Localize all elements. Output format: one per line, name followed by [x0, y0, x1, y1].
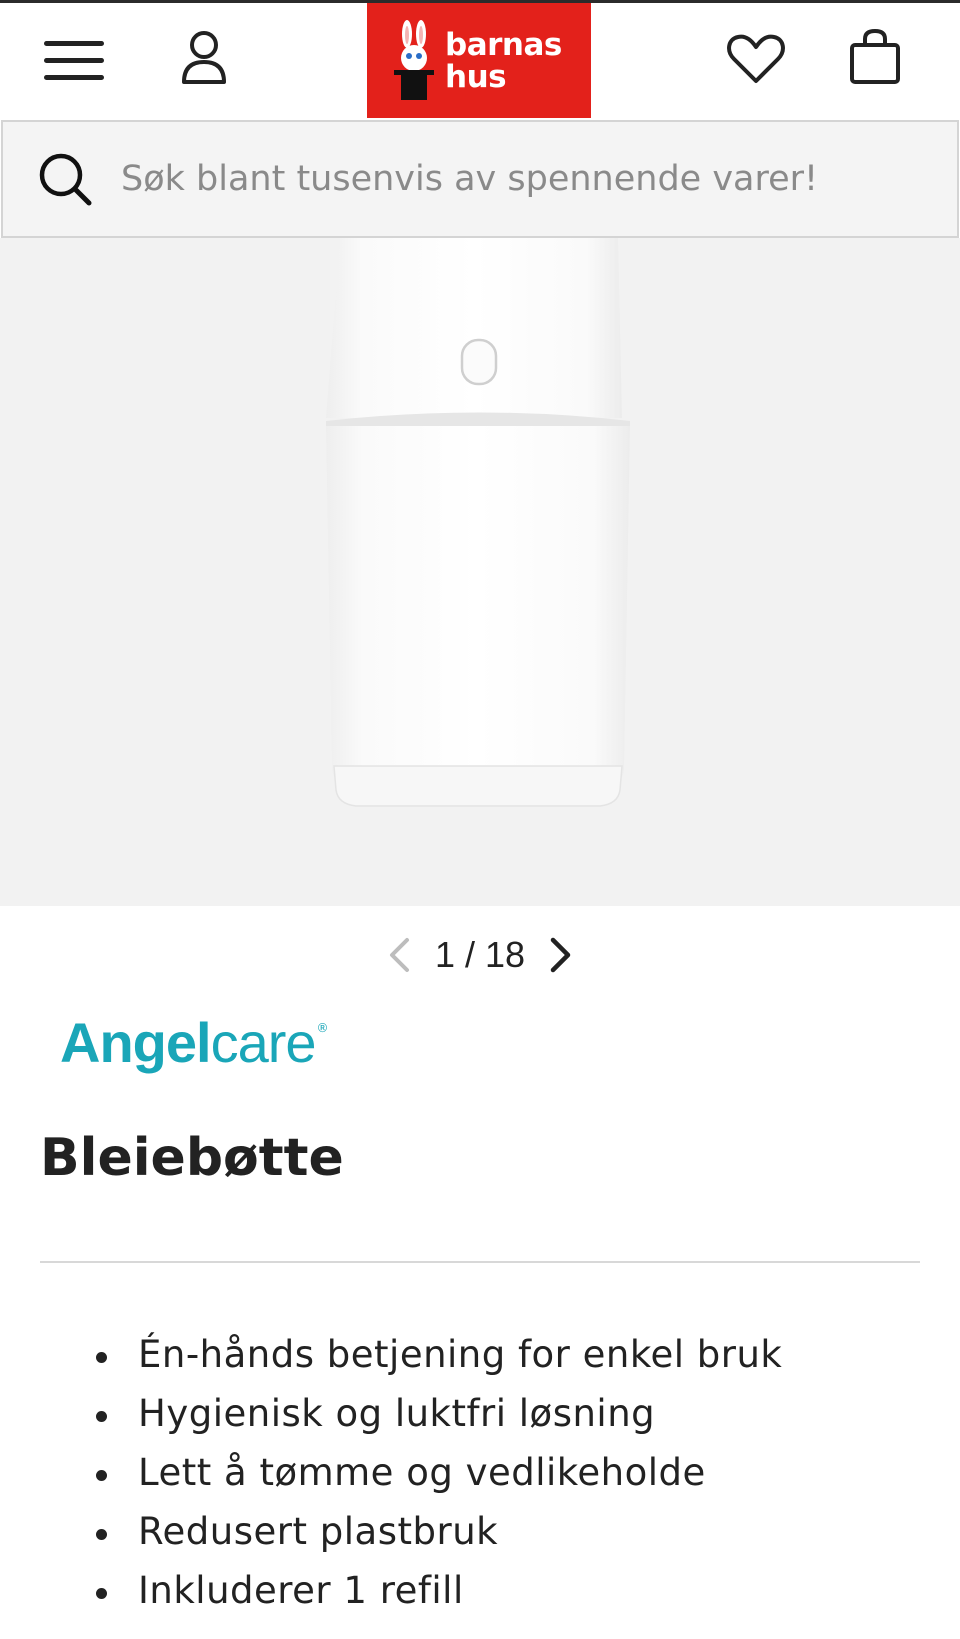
chevron-right-icon — [550, 937, 571, 973]
account-button[interactable] — [172, 25, 236, 91]
shopping-bag-icon — [850, 29, 900, 84]
cart-button[interactable] — [842, 23, 908, 91]
search-icon[interactable] — [37, 151, 93, 207]
product-image-gallery[interactable] — [0, 238, 960, 906]
rabbit-in-hat-icon — [394, 19, 434, 100]
menu-button[interactable] — [40, 33, 110, 89]
feature-item: Inkluderer 1 refill — [90, 1561, 782, 1620]
feature-item: Én-hånds betjening for enkel bruk — [90, 1325, 782, 1384]
registered-mark: ® — [316, 1021, 329, 1035]
brand-name-part1: Angel — [60, 1011, 212, 1074]
logo-line-1: barnas — [445, 26, 562, 63]
feature-item: Hygienisk og luktfri løsning — [90, 1384, 782, 1443]
hamburger-menu-icon — [44, 41, 104, 80]
feature-item: Redusert plastbruk — [90, 1502, 782, 1561]
feature-list: Én-hånds betjening for enkel bruk Hygien… — [90, 1325, 782, 1620]
product-title: Bleiebøtte — [40, 1128, 344, 1188]
logo-line-2: hus — [445, 58, 507, 95]
search-input[interactable] — [121, 159, 941, 199]
prev-image-button[interactable] — [381, 931, 417, 979]
next-image-button[interactable] — [543, 931, 579, 979]
site-header: barnas hus — [0, 3, 960, 118]
image-counter: 1 / 18 — [434, 934, 526, 975]
store-logo[interactable]: barnas hus — [367, 3, 591, 118]
product-image — [326, 238, 630, 807]
brand-logo[interactable]: Angel care ® — [60, 1010, 329, 1090]
wishlist-button[interactable] — [720, 27, 792, 91]
divider — [40, 1261, 920, 1263]
heart-icon — [727, 34, 785, 83]
gallery-pager: 1 / 18 — [0, 920, 960, 990]
brand-name-part2: care — [210, 1011, 317, 1074]
chevron-left-icon — [389, 938, 409, 972]
search-bar — [1, 120, 959, 238]
feature-item: Lett å tømme og vedlikeholde — [90, 1443, 782, 1502]
user-icon — [182, 31, 226, 84]
